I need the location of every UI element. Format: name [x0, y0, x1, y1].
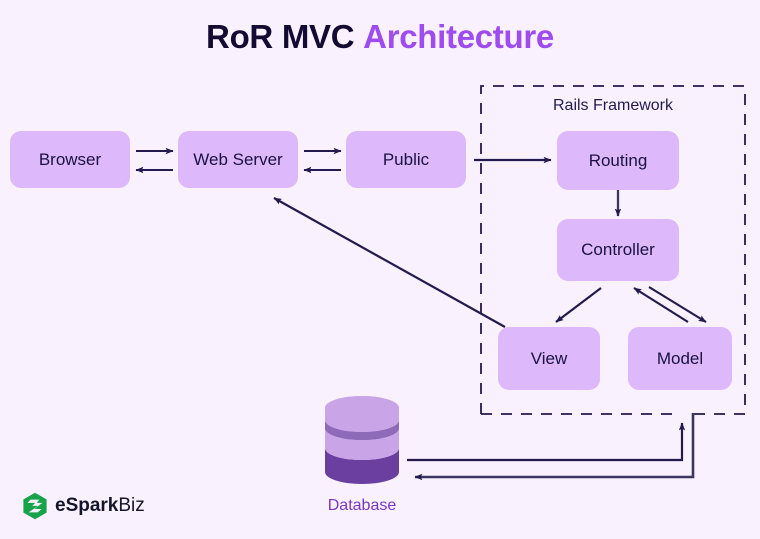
node-controller-label: Controller — [581, 240, 655, 259]
node-view-label: View — [530, 348, 568, 368]
database-label: Database — [327, 497, 397, 514]
database-icon — [325, 396, 399, 484]
node-browser[interactable]: Browser — [10, 131, 130, 188]
rails-framework-label: Rails Framework — [552, 97, 673, 114]
node-routing-label: Routing — [588, 150, 648, 170]
node-model[interactable]: Model — [628, 327, 732, 390]
node-web-server[interactable]: Web Server — [178, 131, 298, 188]
node-controller[interactable]: Controller — [557, 219, 679, 281]
arrow-database-to-model — [407, 422, 686, 462]
espark-biz-wordmark: eSparkBiz — [55, 495, 145, 517]
arrow-view-to-webserver — [273, 197, 506, 328]
node-web-server-label: Web Server — [193, 149, 283, 169]
node-routing[interactable]: Routing — [557, 131, 679, 190]
node-browser-label: Browser — [38, 149, 102, 169]
arrow-controller-to-model — [648, 286, 707, 323]
espark-biz-logo: eSparkBiz — [22, 492, 145, 520]
node-model-label: Model — [656, 348, 704, 368]
node-public[interactable]: Public — [346, 131, 466, 188]
diagram-canvas: RoR MVC Architecture Browser Web Server … — [0, 0, 760, 539]
logo-brand-light: Biz — [118, 495, 145, 516]
espark-hexagon-icon — [23, 492, 47, 520]
node-view[interactable]: View — [498, 327, 600, 390]
arrow-controller-to-view — [555, 287, 602, 323]
logo-brand-bold: eSpark — [55, 495, 119, 516]
arrow-model-to-database — [414, 413, 695, 481]
node-public-label: Public — [382, 149, 430, 169]
